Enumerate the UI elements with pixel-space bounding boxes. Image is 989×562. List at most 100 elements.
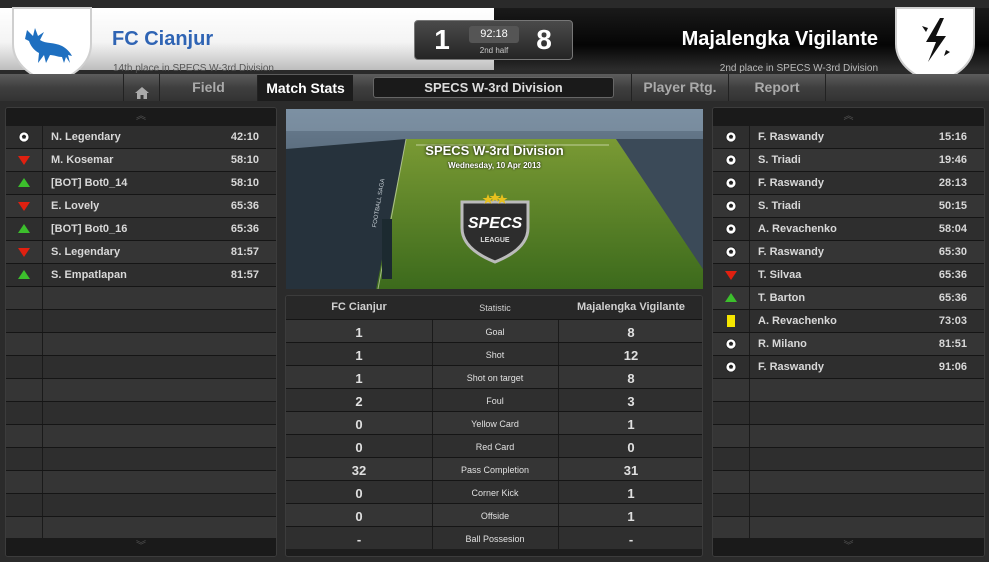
empty-event-row	[6, 356, 276, 379]
home-icon	[134, 87, 149, 99]
stats-row: - Ball Possesion -	[286, 526, 702, 549]
nav-home-button[interactable]	[123, 74, 159, 101]
event-icon-cell	[6, 264, 43, 286]
tab-field[interactable]: Field	[159, 74, 257, 101]
event-player-name[interactable]: S. Triadi	[758, 200, 801, 212]
stat-away-value: 0	[627, 440, 635, 455]
event-row[interactable]: N. Legendary 42:10	[6, 126, 276, 149]
scroll-up-icon[interactable]: ︽	[713, 108, 984, 126]
stat-away-value: -	[628, 532, 634, 547]
event-player-name[interactable]: A. Revachenko	[758, 223, 837, 235]
event-time: 65:36	[230, 200, 259, 212]
event-row[interactable]: F. Raswandy 15:16	[713, 126, 984, 149]
event-player-name[interactable]: S. Empatlapan	[51, 269, 127, 281]
event-icon-cell	[713, 287, 750, 309]
event-icon-cell	[6, 195, 43, 217]
event-icon-cell	[6, 172, 43, 194]
event-time: 58:10	[230, 154, 259, 166]
scroll-up-icon[interactable]: ︽	[6, 108, 276, 126]
event-icon-cell	[6, 402, 43, 424]
column-divider	[558, 435, 559, 457]
event-row[interactable]: F. Raswandy 65:30	[713, 241, 984, 264]
event-icon-cell	[6, 218, 43, 240]
stats-header-away: Majalengka Vigilante	[576, 301, 685, 313]
event-icon-cell	[6, 126, 43, 148]
tab-report[interactable]: Report	[728, 74, 826, 101]
column-divider	[432, 435, 433, 457]
event-player-name[interactable]: E. Lovely	[51, 200, 99, 212]
event-row[interactable]: T. Barton 65:36	[713, 287, 984, 310]
tab-player-rating[interactable]: Player Rtg.	[631, 74, 728, 101]
event-player-name[interactable]: F. Raswandy	[758, 361, 824, 373]
stat-home-value: 1	[355, 325, 363, 340]
event-row[interactable]: S. Triadi 19:46	[713, 149, 984, 172]
event-icon-cell	[713, 379, 750, 401]
event-row[interactable]: [BOT] Bot0_16 65:36	[6, 218, 276, 241]
empty-event-row	[6, 310, 276, 333]
away-events-panel: ︽ F. Raswandy 15:16 S. Triadi 19:46 F. Raswa…	[712, 107, 985, 557]
away-team-name[interactable]: Majalengka Vigilante	[682, 28, 878, 51]
event-row[interactable]: S. Legendary 81:57	[6, 241, 276, 264]
home-team-name[interactable]: FC Cianjur	[112, 28, 213, 51]
empty-event-row	[6, 333, 276, 356]
event-row[interactable]: S. Empatlapan 81:57	[6, 264, 276, 287]
event-player-name[interactable]: F. Raswandy	[758, 131, 824, 143]
event-time: 65:36	[938, 269, 967, 281]
event-icon-cell	[6, 517, 43, 539]
event-icon-cell	[6, 310, 43, 332]
column-divider	[432, 343, 433, 365]
away-team-standing: 2nd place in SPECS W-3rd Division	[719, 63, 878, 74]
tab-match-stats[interactable]: Match Stats	[257, 75, 353, 101]
event-row[interactable]: F. Raswandy 91:06	[713, 356, 984, 379]
stats-row: 32 Pass Completion 31	[286, 457, 702, 480]
stat-label: Offside	[480, 511, 510, 521]
event-icon-cell	[713, 356, 750, 378]
column-divider	[432, 389, 433, 411]
event-icon-cell	[6, 287, 43, 309]
event-row[interactable]: E. Lovely 65:36	[6, 195, 276, 218]
event-row[interactable]: M. Kosemar 58:10	[6, 149, 276, 172]
event-player-name[interactable]: R. Milano	[758, 338, 807, 350]
scroll-down-icon[interactable]: ︾	[713, 538, 984, 556]
match-period: 2nd half	[479, 46, 509, 55]
event-player-name[interactable]: M. Kosemar	[51, 154, 113, 166]
event-row[interactable]: A. Revachenko 58:04	[713, 218, 984, 241]
event-player-name[interactable]: N. Legendary	[51, 131, 121, 143]
event-icon-cell	[713, 310, 750, 332]
stat-home-value: 0	[355, 440, 363, 455]
column-divider	[432, 366, 433, 388]
event-player-name[interactable]: [BOT] Bot0_16	[51, 223, 127, 235]
stat-away-value: 1	[627, 486, 635, 501]
stats-row: 2 Foul 3	[286, 388, 702, 411]
stat-home-value: 32	[351, 463, 367, 478]
stat-label: Yellow Card	[471, 419, 519, 429]
event-row[interactable]: T. Silvaa 65:36	[713, 264, 984, 287]
event-time: 65:36	[230, 223, 259, 235]
event-row[interactable]: [BOT] Bot0_14 58:10	[6, 172, 276, 195]
league-selector[interactable]: SPECS W-3rd Division	[373, 77, 614, 98]
event-icon-cell	[6, 333, 43, 355]
empty-event-row	[713, 448, 984, 471]
event-icon-cell	[713, 126, 750, 148]
stats-row: 0 Corner Kick 1	[286, 480, 702, 503]
scroll-down-icon[interactable]: ︾	[6, 538, 276, 556]
event-row[interactable]: F. Raswandy 28:13	[713, 172, 984, 195]
stat-away-value: 3	[627, 394, 635, 409]
event-player-name[interactable]: A. Revachenko	[758, 315, 837, 327]
column-divider	[558, 504, 559, 526]
event-row[interactable]: R. Milano 81:51	[713, 333, 984, 356]
stats-header-row: FC Cianjur Statistic Majalengka Vigilant…	[286, 296, 702, 319]
column-divider	[558, 412, 559, 434]
event-icon-cell	[713, 402, 750, 424]
event-player-name[interactable]: T. Silvaa	[758, 269, 801, 281]
event-player-name[interactable]: F. Raswandy	[758, 177, 824, 189]
event-row[interactable]: A. Revachenko 73:03	[713, 310, 984, 333]
event-player-name[interactable]: T. Barton	[758, 292, 805, 304]
event-player-name[interactable]: S. Legendary	[51, 246, 120, 258]
away-events-list: F. Raswandy 15:16 S. Triadi 19:46 F. Raswand…	[713, 126, 984, 540]
event-player-name[interactable]: F. Raswandy	[758, 246, 824, 258]
event-icon-cell	[713, 172, 750, 194]
event-row[interactable]: S. Triadi 50:15	[713, 195, 984, 218]
event-player-name[interactable]: [BOT] Bot0_14	[51, 177, 127, 189]
event-player-name[interactable]: S. Triadi	[758, 154, 801, 166]
